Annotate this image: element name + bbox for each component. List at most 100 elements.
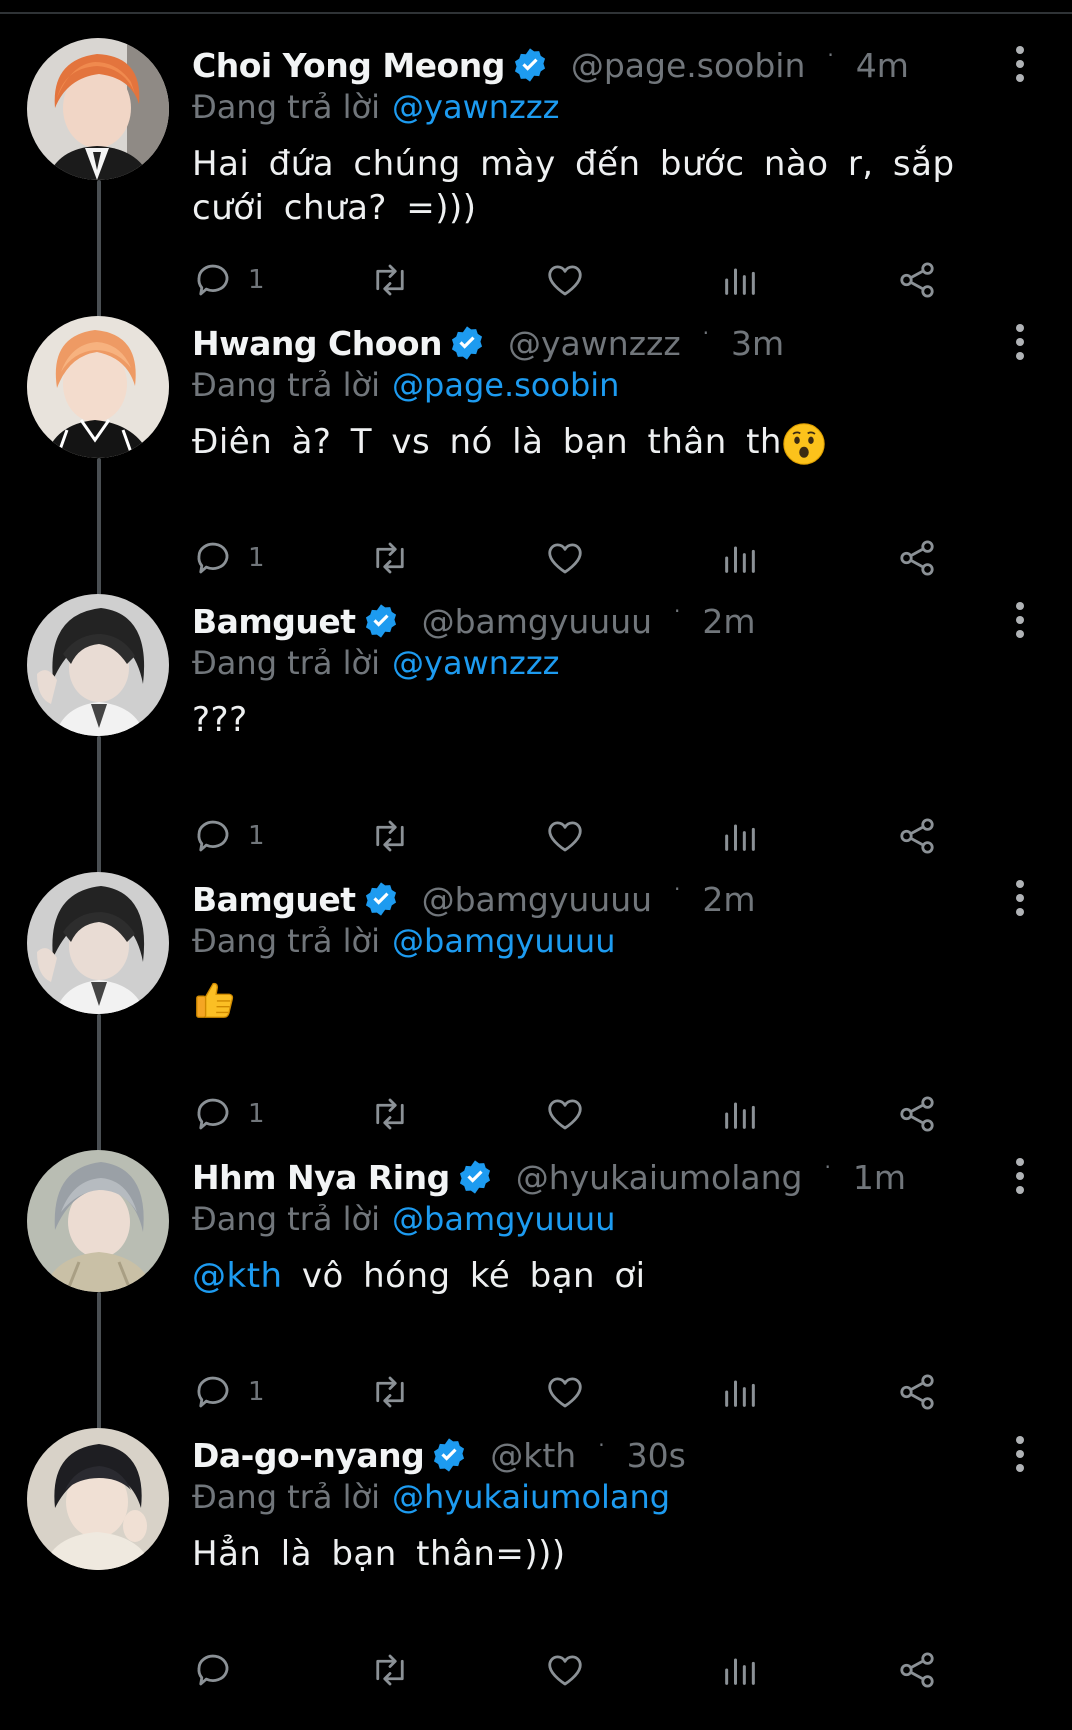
display-name[interactable]: Bamguet: [192, 880, 356, 919]
text-mention-link[interactable]: @kth: [192, 1256, 283, 1296]
reply-mention-link[interactable]: @yawnzzz: [392, 88, 559, 126]
more-options-icon[interactable]: [1008, 878, 1032, 918]
action-bar: 1: [192, 536, 1022, 580]
handle[interactable]: @yawnzzz: [508, 324, 681, 363]
display-name[interactable]: Da-go-nyang: [192, 1436, 425, 1475]
action-bar: 1: [192, 258, 1022, 302]
share-button[interactable]: [896, 1370, 938, 1414]
like-button[interactable]: [544, 1092, 586, 1136]
display-name[interactable]: Hwang Choon: [192, 324, 443, 363]
reply-icon: [197, 264, 229, 296]
like-button[interactable]: [544, 814, 586, 858]
tweet-0[interactable]: Choi Yong Meong @page.soobin · 4m Đang t…: [0, 30, 1072, 336]
timestamp[interactable]: 2m: [702, 602, 755, 641]
tweet-3[interactable]: Bamguet @bamgyuuuu · 2m Đang trả lời @bam…: [0, 864, 1072, 1170]
more-options-icon[interactable]: [1008, 600, 1032, 640]
avatar[interactable]: [27, 872, 169, 1014]
avatar[interactable]: [27, 1150, 169, 1292]
action-bar: 1: [192, 1370, 1022, 1414]
avatar[interactable]: [27, 1428, 169, 1570]
reply-button[interactable]: 1: [192, 1092, 265, 1136]
reply-count: 1: [248, 543, 265, 573]
timestamp[interactable]: 2m: [702, 880, 755, 919]
repost-button[interactable]: [368, 814, 412, 858]
verified-badge-icon: [459, 1160, 490, 1194]
repost-button[interactable]: [368, 536, 412, 580]
verified-badge-icon: [514, 48, 545, 82]
share-button[interactable]: [896, 536, 938, 580]
tweet-4[interactable]: Hhm Nya Ring @hyukaiumolang · 1m Đang tr…: [0, 1142, 1072, 1448]
avatar[interactable]: [27, 316, 169, 458]
display-name[interactable]: Bamguet: [192, 602, 356, 641]
reply-button[interactable]: [192, 1648, 248, 1692]
handle[interactable]: @bamgyuuuu: [422, 602, 652, 641]
heart-icon: [548, 1099, 582, 1130]
verified-badge-icon: [365, 604, 396, 638]
reply-mention-link[interactable]: @bamgyuuuu: [392, 1200, 615, 1238]
share-button[interactable]: [896, 1092, 938, 1136]
timestamp[interactable]: 30s: [627, 1436, 686, 1475]
views-button[interactable]: [720, 536, 760, 580]
repost-button[interactable]: [368, 1648, 412, 1692]
reply-mention-link[interactable]: @yawnzzz: [392, 644, 559, 682]
replying-label: Đang trả lời: [192, 366, 381, 404]
views-chart-icon: [725, 546, 755, 573]
display-name[interactable]: Hhm Nya Ring: [192, 1158, 450, 1197]
avatar[interactable]: [27, 38, 169, 180]
reply-button[interactable]: 1: [192, 1370, 265, 1414]
separator-dot: ·: [827, 43, 834, 67]
reply-mention-link[interactable]: @bamgyuuuu: [392, 922, 615, 960]
views-chart-icon: [725, 1658, 755, 1685]
handle[interactable]: @bamgyuuuu: [422, 880, 652, 919]
share-icon: [900, 1096, 934, 1132]
thumbs-up-emoji: [196, 982, 234, 1018]
like-button[interactable]: [544, 1370, 586, 1414]
tweet-header: Hwang Choon @yawnzzz · 3m: [192, 320, 784, 366]
reply-button[interactable]: 1: [192, 536, 265, 580]
separator-dot: ·: [824, 1155, 831, 1179]
tweet-5[interactable]: Da-go-nyang @kth · 30s Đang trả lời @hyuk…: [0, 1420, 1072, 1698]
views-button[interactable]: [720, 1370, 760, 1414]
separator-dot: ·: [598, 1433, 605, 1457]
more-options-icon[interactable]: [1008, 1156, 1032, 1196]
heart-icon: [548, 821, 582, 852]
repost-icon: [376, 1654, 404, 1686]
repost-button[interactable]: [368, 1370, 412, 1414]
timestamp[interactable]: 3m: [731, 324, 784, 363]
like-button[interactable]: [544, 1648, 586, 1692]
timestamp[interactable]: 1m: [853, 1158, 906, 1197]
reply-button[interactable]: 1: [192, 814, 265, 858]
more-options-icon[interactable]: [1008, 1434, 1032, 1474]
like-button[interactable]: [544, 258, 586, 302]
repost-button[interactable]: [368, 258, 412, 302]
share-button[interactable]: [896, 258, 938, 302]
more-options-icon[interactable]: [1008, 322, 1032, 362]
replying-label: Đang trả lời: [192, 88, 381, 126]
reply-button[interactable]: 1: [192, 258, 265, 302]
views-button[interactable]: [720, 1648, 760, 1692]
more-options-icon[interactable]: [1008, 44, 1032, 84]
timestamp[interactable]: 4m: [856, 46, 909, 85]
share-button[interactable]: [896, 1648, 938, 1692]
like-button[interactable]: [544, 536, 586, 580]
views-button[interactable]: [720, 1092, 760, 1136]
views-button[interactable]: [720, 814, 760, 858]
views-button[interactable]: [720, 258, 760, 302]
tweet-2[interactable]: Bamguet @bamgyuuuu · 2m Đang trả lời @yaw…: [0, 586, 1072, 892]
handle[interactable]: @page.soobin: [571, 46, 806, 85]
share-button[interactable]: [896, 814, 938, 858]
tweet-text: [192, 976, 1002, 1023]
reply-mention-link[interactable]: @hyukaiumolang: [392, 1478, 670, 1516]
repost-button[interactable]: [368, 1092, 412, 1136]
reply-mention-link[interactable]: @page.soobin: [392, 366, 619, 404]
reply-icon: [197, 1376, 229, 1408]
separator-dot: ·: [674, 599, 681, 623]
handle[interactable]: @hyukaiumolang: [516, 1158, 803, 1197]
handle[interactable]: @kth: [490, 1436, 576, 1475]
action-bar: 1: [192, 814, 1022, 858]
replying-label: Đang trả lời: [192, 1200, 381, 1238]
tweet-1[interactable]: Hwang Choon @yawnzzz · 3m Đang trả lời @p…: [0, 308, 1072, 614]
avatar[interactable]: [27, 594, 169, 736]
tweet-text: Hai đứa chúng mày đến bước nào r, sắp cư…: [192, 144, 955, 228]
display-name[interactable]: Choi Yong Meong: [192, 46, 505, 85]
